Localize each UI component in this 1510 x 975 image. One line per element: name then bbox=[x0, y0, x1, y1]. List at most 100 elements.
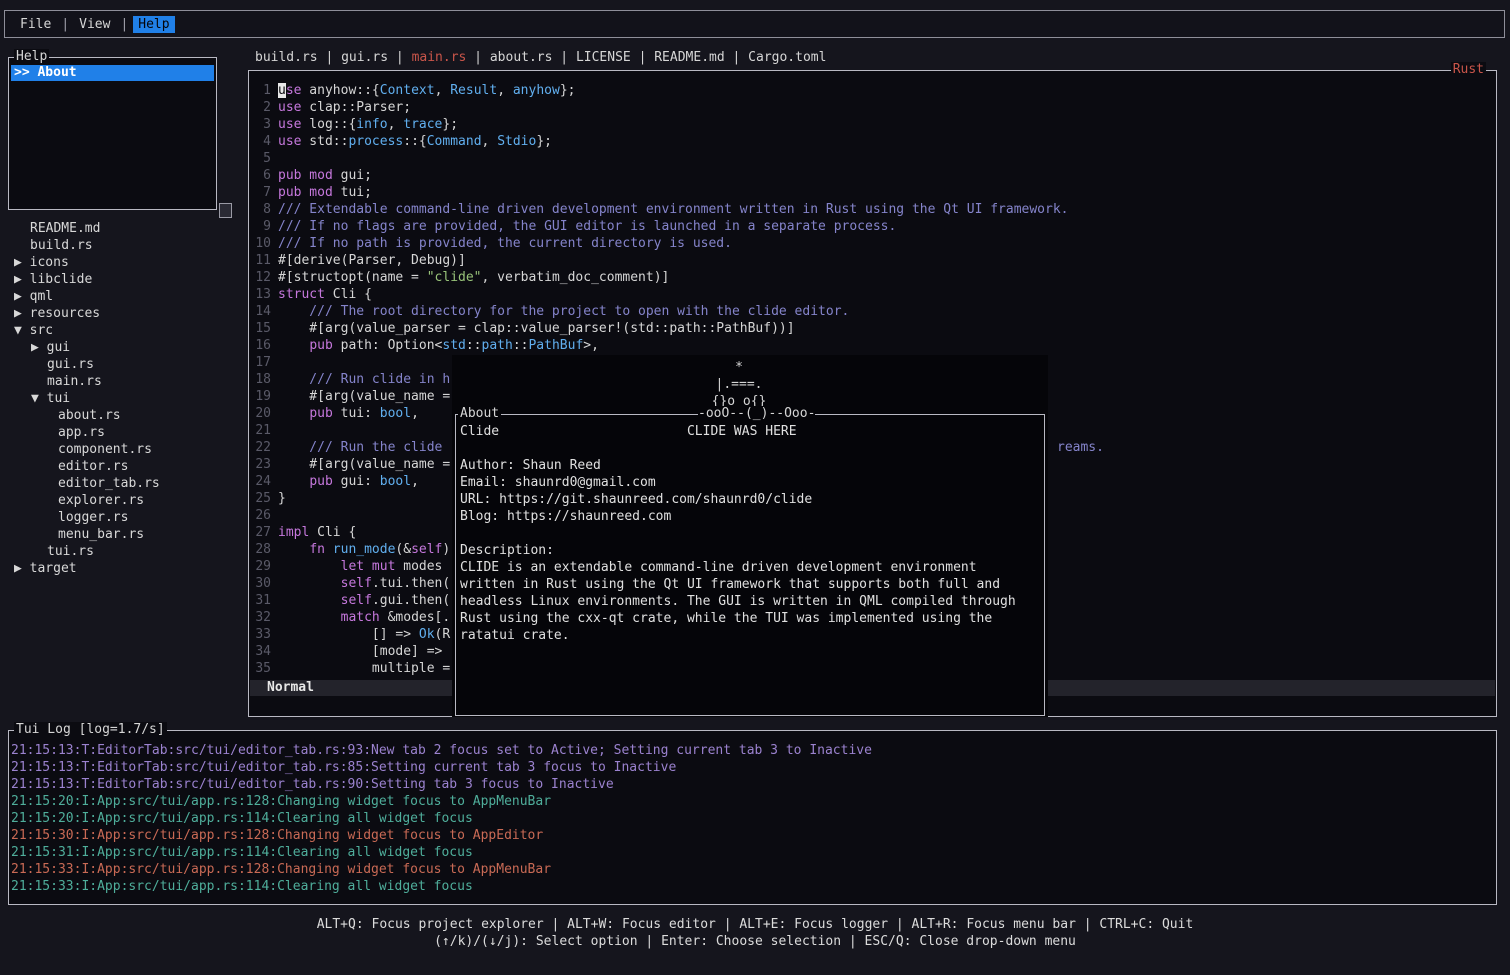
ascii-art-line: |.===. bbox=[689, 376, 789, 393]
tree-item-qml[interactable]: ▶ qml bbox=[8, 288, 242, 305]
tree-item-src[interactable]: ▼ src bbox=[8, 322, 242, 339]
tree-item-app-rs[interactable]: app.rs bbox=[8, 424, 242, 441]
line-number: 33 bbox=[251, 626, 271, 643]
line-number: 5 bbox=[251, 150, 271, 167]
tab-README-md[interactable]: README.md bbox=[654, 50, 724, 65]
line-number: 7 bbox=[251, 184, 271, 201]
line-number: 16 bbox=[251, 337, 271, 354]
about-popup: *|.===.{}o o{} About -ooO--(_)--Ooo- Cli… bbox=[452, 355, 1048, 717]
menu-separator: | bbox=[120, 17, 128, 32]
code-line: 16 pub path: Option<std::path::PathBuf>, bbox=[251, 337, 1496, 354]
tree-item-logger-rs[interactable]: logger.rs bbox=[8, 509, 242, 526]
line-number: 25 bbox=[251, 490, 271, 507]
code-line: 4use std::process::{Command, Stdio}; bbox=[251, 133, 1496, 150]
tree-item-tui-rs[interactable]: tui.rs bbox=[8, 543, 242, 560]
tree-item-component-rs[interactable]: component.rs bbox=[8, 441, 242, 458]
line-number: 20 bbox=[251, 405, 271, 422]
scrollbar-thumb[interactable] bbox=[219, 203, 232, 218]
tab-separator: | bbox=[725, 50, 748, 65]
menu-item-file[interactable]: File bbox=[15, 16, 56, 33]
tab-about-rs[interactable]: about.rs bbox=[490, 50, 553, 65]
line-number: 18 bbox=[251, 371, 271, 388]
code-line: 11#[derive(Parser, Debug)] bbox=[251, 252, 1496, 269]
language-badge: Rust bbox=[1451, 62, 1486, 78]
code-line: 15 #[arg(value_parser = clap::value_pars… bbox=[251, 320, 1496, 337]
tab-separator: | bbox=[388, 50, 411, 65]
tree-item-main-rs[interactable]: main.rs bbox=[8, 373, 242, 390]
tree-item-libclide[interactable]: ▶ libclide bbox=[8, 271, 242, 288]
tree-item-explorer-rs[interactable]: explorer.rs bbox=[8, 492, 242, 509]
line-number: 8 bbox=[251, 201, 271, 218]
popup-text-line: Email: shaunrd0@gmail.com bbox=[460, 474, 1044, 491]
ascii-art: *|.===.{}o o{} bbox=[689, 359, 789, 410]
popup-text-line: CLIDE is an extendable command-line driv… bbox=[460, 559, 1044, 576]
code-line: 6pub mod gui; bbox=[251, 167, 1496, 184]
tree-item-tui[interactable]: ▼ tui bbox=[8, 390, 242, 407]
tree-item-target[interactable]: ▶ target bbox=[8, 560, 242, 577]
popup-text-line: headless Linux environments. The GUI is … bbox=[460, 593, 1044, 610]
tree-item-gui-rs[interactable]: gui.rs bbox=[8, 356, 242, 373]
popup-text-line: Clide CLIDE WAS HERE bbox=[460, 423, 1044, 440]
code-line: 14 /// The root directory for the projec… bbox=[251, 303, 1496, 320]
tab-separator: | bbox=[631, 50, 654, 65]
line-number: 1 bbox=[251, 82, 271, 99]
line-number: 27 bbox=[251, 524, 271, 541]
footer-help: ALT+Q: Focus project explorer | ALT+W: F… bbox=[0, 916, 1510, 950]
line-number: 10 bbox=[251, 235, 271, 252]
tree-item-gui[interactable]: ▶ gui bbox=[8, 339, 242, 356]
line-number: 28 bbox=[251, 541, 271, 558]
help-panel: Help >> About bbox=[8, 57, 217, 210]
popup-text-line: Description: bbox=[460, 542, 1044, 559]
menu-bar: File | View | Help bbox=[4, 10, 1505, 38]
tab-main-rs[interactable]: main.rs bbox=[412, 50, 467, 65]
menu-separator: | bbox=[61, 17, 69, 32]
menu-item-help[interactable]: Help bbox=[133, 16, 174, 33]
code-line: 9/// If no flags are provided, the GUI e… bbox=[251, 218, 1496, 235]
line-number: 2 bbox=[251, 99, 271, 116]
line-number: 3 bbox=[251, 116, 271, 133]
tree-item-README-md[interactable]: README.md bbox=[8, 220, 242, 237]
editor-tabs: build.rs | gui.rs | main.rs | about.rs |… bbox=[255, 49, 826, 66]
tree-item-menu_bar-rs[interactable]: menu_bar.rs bbox=[8, 526, 242, 543]
help-panel-title: Help bbox=[14, 49, 49, 65]
tree-item-icons[interactable]: ▶ icons bbox=[8, 254, 242, 271]
popup-text-line: Rust using the cxx-qt crate, while the T… bbox=[460, 610, 1044, 627]
code-line: 1use anyhow::{Context, Result, anyhow}; bbox=[251, 82, 1496, 99]
line-number: 29 bbox=[251, 558, 271, 575]
code-line: 12#[structopt(name = "clide", verbatim_d… bbox=[251, 269, 1496, 286]
tree-item-build-rs[interactable]: build.rs bbox=[8, 237, 242, 254]
tree-item-about-rs[interactable]: about.rs bbox=[8, 407, 242, 424]
line-number: 23 bbox=[251, 456, 271, 473]
popup-text-line bbox=[460, 440, 1044, 457]
line-number: 14 bbox=[251, 303, 271, 320]
tree-item-resources[interactable]: ▶ resources bbox=[8, 305, 242, 322]
line-number: 24 bbox=[251, 473, 271, 490]
tab-separator: | bbox=[466, 50, 489, 65]
line-number: 35 bbox=[251, 660, 271, 677]
code-line: 8/// Extendable command-line driven deve… bbox=[251, 201, 1496, 218]
log-line: 21:15:30:I:App:src/tui/app.rs:128:Changi… bbox=[11, 827, 1496, 844]
about-popup-box: About -ooO--(_)--Ooo- Clide CLIDE WAS HE… bbox=[455, 414, 1045, 716]
line-number: 12 bbox=[251, 269, 271, 286]
file-tree: README.mdbuild.rs▶ icons▶ libclide▶ qml▶… bbox=[8, 220, 242, 577]
code-line: 7pub mod tui; bbox=[251, 184, 1496, 201]
tree-item-editor-rs[interactable]: editor.rs bbox=[8, 458, 242, 475]
line-number: 30 bbox=[251, 575, 271, 592]
ascii-art-border: -ooO--(_)--Ooo- bbox=[698, 406, 815, 422]
code-line: 3use log::{info, trace}; bbox=[251, 116, 1496, 133]
tab-build-rs[interactable]: build.rs bbox=[255, 50, 318, 65]
log-panel-title: Tui Log [log=1.7/s] bbox=[14, 722, 167, 738]
tab-gui-rs[interactable]: gui.rs bbox=[341, 50, 388, 65]
line-number: 32 bbox=[251, 609, 271, 626]
line-number: 6 bbox=[251, 167, 271, 184]
tab-Cargo-toml[interactable]: Cargo.toml bbox=[748, 50, 826, 65]
tree-item-editor_tab-rs[interactable]: editor_tab.rs bbox=[8, 475, 242, 492]
line-number: 22 bbox=[251, 439, 271, 456]
line-number: 34 bbox=[251, 643, 271, 660]
editor-mode: Normal bbox=[267, 680, 314, 695]
tab-LICENSE[interactable]: LICENSE bbox=[576, 50, 631, 65]
help-item-about[interactable]: >> About bbox=[11, 65, 214, 81]
line-number: 15 bbox=[251, 320, 271, 337]
about-popup-content: Clide CLIDE WAS HEREAuthor: Shaun ReedEm… bbox=[456, 415, 1044, 644]
menu-item-view[interactable]: View bbox=[74, 16, 115, 33]
